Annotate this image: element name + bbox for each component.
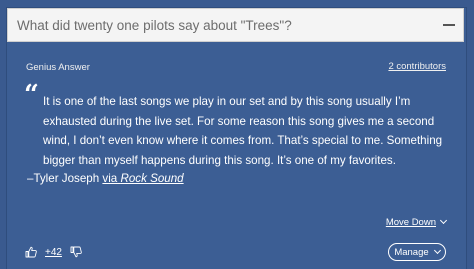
attribution: –Tyler Joseph via Rock Sound (27, 172, 184, 185)
thumbs-up-icon[interactable] (25, 246, 37, 258)
move-down-label: Move Down (385, 217, 436, 228)
vote-score[interactable]: +42 (45, 247, 62, 258)
manage-label: Manage (394, 246, 429, 258)
question-header[interactable]: What did twenty one pilots say about "Tr… (7, 8, 464, 42)
attribution-via: via (102, 172, 121, 185)
manage-button[interactable]: Manage (388, 243, 446, 261)
vote-controls: +42 (25, 244, 82, 260)
answer-quote: It is one of the last songs we play in o… (43, 95, 443, 167)
genius-answer-label: Genius Answer (26, 62, 90, 73)
quote-mark-icon: “ (24, 80, 39, 110)
attribution-link[interactable]: via Rock Sound (102, 172, 183, 185)
chevron-down-icon (439, 216, 448, 225)
collapse-minus-icon[interactable] (441, 17, 457, 33)
chevron-down-icon (433, 246, 441, 254)
answer-panel: What did twenty one pilots say about "Tr… (7, 8, 466, 269)
thumbs-down-icon[interactable] (70, 246, 82, 258)
contributors-link[interactable]: 2 contributors (388, 61, 446, 72)
move-down-button[interactable]: Move Down (385, 216, 448, 228)
attribution-source: Rock Sound (120, 172, 184, 185)
question-title: What did twenty one pilots say about "Tr… (17, 18, 292, 33)
attribution-author: –Tyler Joseph (27, 172, 103, 185)
